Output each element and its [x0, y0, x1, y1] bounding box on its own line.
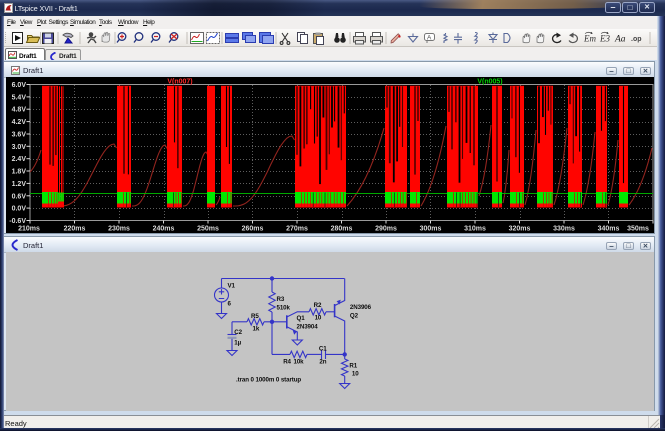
svg-text:290ms: 290ms [375, 226, 397, 233]
svg-text:5.4V: 5.4V [12, 94, 27, 101]
svg-text:260ms: 260ms [242, 226, 264, 233]
svg-text:2.4V: 2.4V [12, 156, 27, 163]
svg-text:330ms: 330ms [553, 226, 575, 233]
svg-text:0.0V: 0.0V [12, 206, 27, 213]
svg-text:R2: R2 [314, 302, 322, 309]
svg-text:10: 10 [352, 371, 359, 378]
svg-text:6.0V: 6.0V [12, 82, 27, 89]
svg-text:10k: 10k [294, 359, 305, 366]
svg-text:1µ: 1µ [234, 340, 241, 347]
svg-text:A: A [427, 35, 432, 42]
svg-text:270ms: 270ms [286, 226, 308, 233]
svg-text:V(n005): V(n005) [477, 79, 502, 86]
svg-text:.op: .op [631, 36, 642, 43]
svg-text:210ms: 210ms [18, 226, 40, 233]
svg-text:R5: R5 [251, 313, 259, 320]
svg-text:R4: R4 [283, 359, 291, 366]
svg-text:220ms: 220ms [64, 226, 86, 233]
svg-text:4.8V: 4.8V [12, 107, 27, 114]
svg-text:300ms: 300ms [420, 226, 442, 233]
svg-text:C1: C1 [319, 345, 327, 352]
svg-text:350ms: 350ms [627, 226, 649, 233]
svg-text:-0.6V: -0.6V [9, 218, 26, 225]
svg-text:240ms: 240ms [153, 226, 175, 233]
svg-text:E3: E3 [599, 34, 610, 44]
svg-text:V1: V1 [228, 283, 236, 290]
svg-text:.tran 0 1000m 0 startup: .tran 0 1000m 0 startup [236, 377, 301, 384]
svg-text:3.0V: 3.0V [12, 144, 27, 151]
svg-text:3.6V: 3.6V [12, 132, 27, 139]
svg-text:2n: 2n [319, 359, 326, 366]
svg-text:320ms: 320ms [509, 226, 531, 233]
svg-text:Q2: Q2 [350, 312, 359, 319]
svg-text:1.2V: 1.2V [12, 181, 27, 188]
svg-text:Aa: Aa [614, 35, 626, 45]
svg-text:10: 10 [315, 315, 322, 322]
svg-text:R1: R1 [349, 362, 357, 369]
svg-text:Q1: Q1 [297, 315, 306, 322]
svg-text:310ms: 310ms [464, 226, 486, 233]
svg-text:340ms: 340ms [598, 226, 620, 233]
svg-text:250ms: 250ms [197, 226, 219, 233]
svg-text:V(n007): V(n007) [167, 79, 192, 86]
svg-text:280ms: 280ms [331, 226, 353, 233]
svg-text:2N3904: 2N3904 [297, 324, 319, 331]
svg-text:1.8V: 1.8V [12, 169, 27, 176]
svg-text:1k: 1k [253, 326, 260, 333]
svg-text:2N3906: 2N3906 [350, 304, 372, 311]
svg-text:C2: C2 [234, 329, 242, 336]
svg-text:Em: Em [583, 34, 596, 44]
svg-text:0.6V: 0.6V [12, 193, 27, 200]
svg-text:4.2V: 4.2V [12, 119, 27, 126]
svg-text:510k: 510k [277, 305, 291, 312]
svg-text:R3: R3 [277, 296, 285, 303]
svg-text:230ms: 230ms [108, 226, 130, 233]
